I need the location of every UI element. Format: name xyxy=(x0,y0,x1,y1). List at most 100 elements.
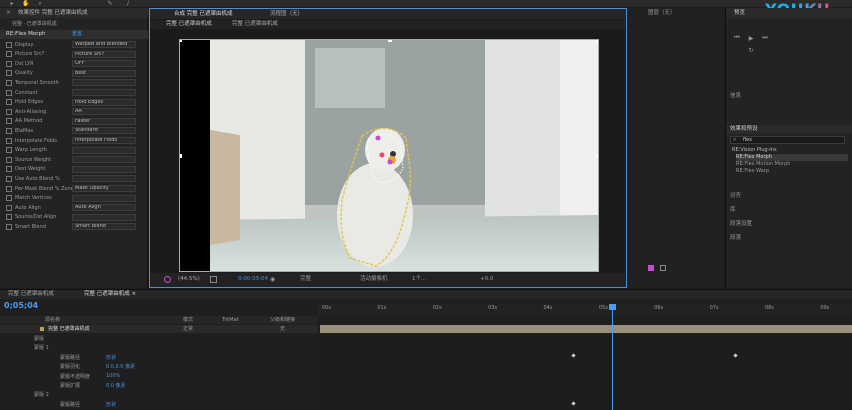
subtab-2[interactable]: 完整 已遮罩由机成 xyxy=(228,20,282,29)
effect-param-value[interactable]: Auto Align xyxy=(72,204,136,212)
render-icon[interactable] xyxy=(660,265,666,271)
time-ruler[interactable]: 00s 01s 02s 03s 04s 05s 06s 07s 08s 09s xyxy=(318,304,852,316)
layer-mode[interactable]: 正常 xyxy=(183,325,193,333)
effect-tree-item[interactable]: RE:Flex Morph xyxy=(736,154,848,161)
effect-param-row[interactable]: Hold Edges Hold Edges xyxy=(0,98,148,107)
effect-param-value[interactable] xyxy=(72,213,136,221)
timeline-timecode[interactable]: 0;05;04 xyxy=(4,300,38,311)
pen-tool-icon[interactable]: ✎ xyxy=(106,0,114,7)
transform-handle[interactable] xyxy=(180,154,182,158)
layer-bar[interactable] xyxy=(320,325,852,333)
zoom-tool-icon[interactable]: ⌕ xyxy=(36,0,44,7)
keyframe[interactable] xyxy=(571,353,576,358)
keyframe[interactable] xyxy=(733,353,738,358)
stopwatch-icon[interactable] xyxy=(6,156,12,163)
stopwatch-icon[interactable] xyxy=(6,147,12,154)
effect-param-row[interactable]: AA Method Faster xyxy=(0,117,148,126)
stopwatch-icon[interactable] xyxy=(6,137,12,144)
effect-param-value[interactable] xyxy=(72,146,136,154)
stopwatch-icon[interactable] xyxy=(6,214,12,221)
effect-header-row[interactable]: RE:Flex Morph 重置 xyxy=(0,30,148,39)
effect-param-row[interactable]: Dest Weight xyxy=(0,165,148,174)
stopwatch-icon[interactable] xyxy=(6,175,12,182)
effect-param-value[interactable]: Faster xyxy=(72,117,136,125)
stopwatch-icon[interactable] xyxy=(6,99,12,106)
transform-handle[interactable] xyxy=(388,40,392,42)
timeline-property-row[interactable]: 蒙版羽化 0.0,0.0 像素 xyxy=(0,362,318,371)
effect-param-value[interactable]: Warped and Blended xyxy=(72,41,136,48)
reset-link[interactable]: 重置 xyxy=(72,30,82,39)
effect-param-row[interactable]: Warp Length xyxy=(0,146,148,155)
layer-row[interactable]: 完整 已遮罩由机成 正常 无 xyxy=(0,325,318,333)
effect-param-value[interactable]: AA xyxy=(72,108,136,116)
align-section[interactable]: 对齐 xyxy=(730,192,741,200)
effect-param-row[interactable]: Auto Align Auto Align xyxy=(0,203,148,212)
stopwatch-icon[interactable] xyxy=(6,41,12,48)
timeline-property-row[interactable]: 蒙版路径 形状 xyxy=(0,353,318,362)
views-count-dropdown[interactable]: 1个... xyxy=(412,275,426,284)
stopwatch-icon[interactable] xyxy=(6,166,12,173)
tree-group[interactable]: RE:Vision Plug-ins xyxy=(732,147,777,154)
property-value[interactable]: 形状 xyxy=(106,401,116,408)
effect-param-row[interactable]: Smart Blend Smart Blend xyxy=(0,222,148,231)
effect-param-row[interactable]: Anti-Aliasing AA xyxy=(0,107,148,116)
effect-param-row[interactable]: Quality Best xyxy=(0,69,148,78)
render-icon[interactable] xyxy=(648,265,654,271)
effect-controls-tab[interactable]: 效果控件 完整 已遮罩由机成 xyxy=(0,8,148,18)
brush-tool-icon[interactable]: / xyxy=(124,0,132,7)
effect-param-row[interactable]: Per-Mask Blend % Zones Mask Opacity xyxy=(0,184,148,193)
timeline-property-row[interactable]: 蒙版扩展 0.0 像素 xyxy=(0,381,318,390)
comp-viewport[interactable] xyxy=(179,39,599,272)
layer-panel-title[interactable]: 图层（无） xyxy=(648,8,676,18)
effect-param-row[interactable]: Source Weight xyxy=(0,155,148,164)
playhead[interactable] xyxy=(612,304,613,410)
resolution-dropdown[interactable]: 完整 xyxy=(300,275,311,284)
comp-timecode[interactable]: 0:00:05:04 xyxy=(238,275,268,284)
stopwatch-icon[interactable] xyxy=(6,51,12,58)
effect-param-value[interactable]: Smart Blend xyxy=(72,223,136,231)
libraries-section[interactable]: 库 xyxy=(730,206,736,214)
effect-param-value[interactable] xyxy=(72,156,136,164)
effect-param-value[interactable]: Best xyxy=(72,69,136,77)
loop-icon[interactable]: ↻ xyxy=(746,46,756,54)
timeline-property-row[interactable]: 蒙版路径 形状 xyxy=(0,400,318,409)
effect-param-value[interactable] xyxy=(72,89,136,96)
timeline-tab-1[interactable]: 完整 已遮罩由机成 xyxy=(4,290,58,299)
layer-name[interactable]: 完整 已遮罩由机成 xyxy=(48,325,90,333)
stopwatch-icon[interactable] xyxy=(6,89,12,96)
paragraph-section[interactable]: 段落 xyxy=(730,234,741,242)
stopwatch-icon[interactable] xyxy=(6,70,12,77)
first-frame-icon[interactable]: ⏮ xyxy=(732,34,742,42)
effect-param-value[interactable] xyxy=(72,194,136,202)
selection-tool-icon[interactable]: ▸ xyxy=(8,0,16,7)
transform-handle[interactable] xyxy=(596,154,598,158)
property-value[interactable]: 0.0 像素 xyxy=(106,382,126,389)
layer-label-color[interactable] xyxy=(40,327,44,331)
hand-tool-icon[interactable]: ✋ xyxy=(22,0,30,7)
effect-param-value[interactable]: Standard xyxy=(72,127,136,135)
effect-param-value[interactable]: Mask Opacity xyxy=(72,185,136,192)
camera-icon[interactable]: ◉ xyxy=(270,276,278,283)
last-frame-icon[interactable]: ⏭ xyxy=(760,34,770,42)
stopwatch-icon[interactable] xyxy=(6,195,12,202)
preview-tab[interactable]: 预览 xyxy=(726,8,852,18)
effect-param-row[interactable]: Dst LYR OFF xyxy=(0,59,148,68)
effect-param-value[interactable]: Interpolate Folds xyxy=(72,137,136,144)
effect-param-value[interactable]: OFF xyxy=(72,60,136,68)
keyframe[interactable] xyxy=(571,401,576,406)
view-dropdown[interactable]: 活动摄像机 xyxy=(360,275,388,284)
property-value[interactable]: 0.0,0.0 像素 xyxy=(106,363,135,370)
property-value[interactable]: 形状 xyxy=(106,354,116,361)
info-section[interactable]: 信息 xyxy=(730,92,741,100)
effect-param-value[interactable]: Hold Edges xyxy=(72,98,136,106)
effect-param-row[interactable]: Source/Dst Align xyxy=(0,213,148,222)
transform-handle[interactable] xyxy=(180,40,182,42)
effect-param-row[interactable]: Temporal Smooth xyxy=(0,78,148,87)
mask-vertex[interactable] xyxy=(379,152,385,158)
subtab-1[interactable]: 完整 已遮罩由机成 xyxy=(162,20,216,29)
property-value[interactable]: 100% xyxy=(106,373,120,379)
tab-flowchart[interactable]: 流程图（无） xyxy=(266,9,307,19)
effect-tree-item[interactable]: RE:Flex Warp xyxy=(736,168,848,175)
exposure-value[interactable]: +0.0 xyxy=(480,275,493,284)
effect-param-value[interactable] xyxy=(72,175,136,183)
